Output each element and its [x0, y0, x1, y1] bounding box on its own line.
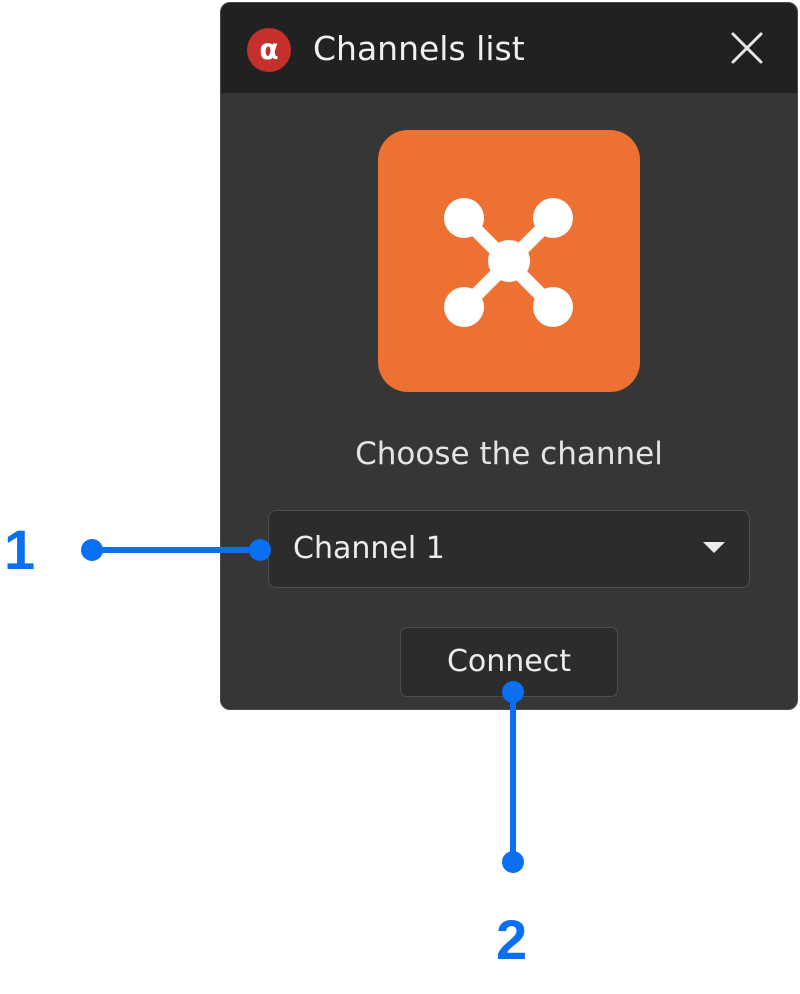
connect-button[interactable]: Connect	[400, 627, 618, 697]
callout-number-1: 1	[4, 518, 36, 581]
app-logo-icon: α	[247, 28, 291, 72]
stage: α Channels list Choose the channel Chann…	[0, 0, 800, 994]
channel-select-value: Channel 1	[293, 531, 445, 566]
drone-app-tile	[378, 130, 640, 392]
callout-1-start-dot	[81, 539, 103, 561]
title-bar: α Channels list	[221, 3, 797, 93]
close-button[interactable]	[727, 28, 767, 68]
callout-2-end-dot	[502, 851, 524, 873]
window-title: Channels list	[313, 29, 525, 68]
choose-channel-prompt: Choose the channel	[355, 436, 663, 472]
close-icon	[731, 32, 763, 64]
chevron-down-icon	[703, 542, 725, 553]
channel-select[interactable]: Channel 1	[268, 510, 750, 588]
drone-icon	[444, 198, 573, 327]
channels-list-dialog: α Channels list Choose the channel Chann…	[220, 2, 798, 710]
callout-number-2: 2	[496, 908, 528, 971]
